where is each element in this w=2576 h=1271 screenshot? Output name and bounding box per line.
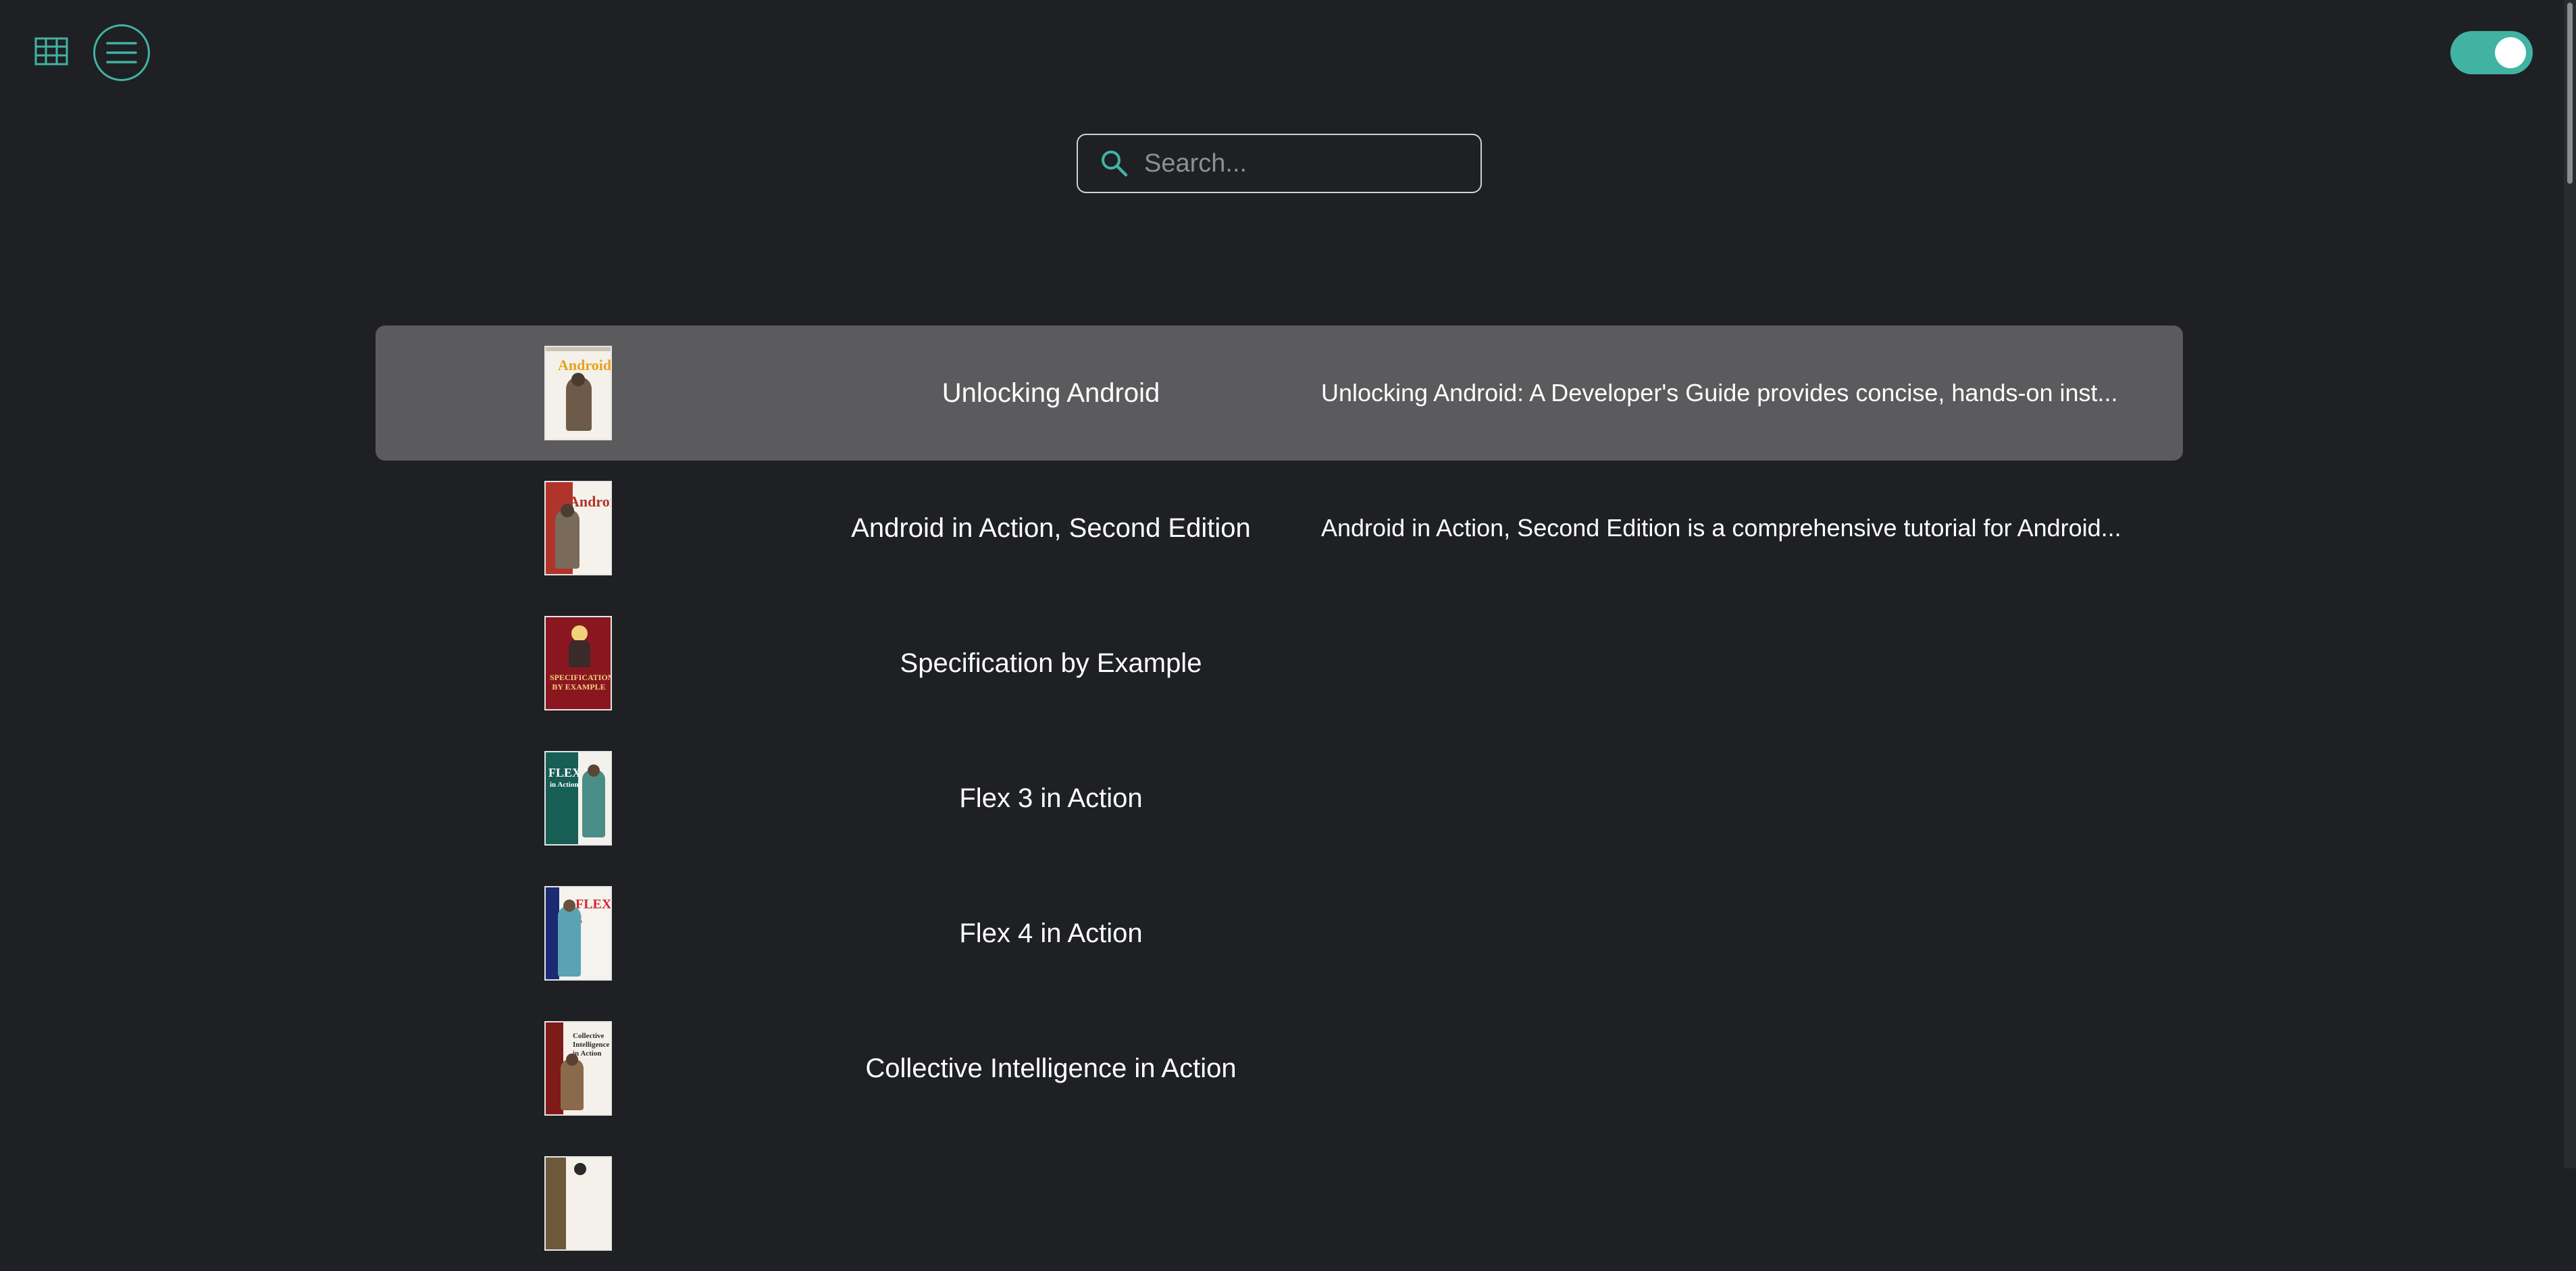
book-cover-image: SPECIFICATION BY EXAMPLE [544, 616, 612, 710]
book-row[interactable]: SPECIFICATION BY EXAMPLE Specification by… [376, 596, 2183, 731]
book-row[interactable] [376, 1136, 2183, 1271]
book-cover-image: Android [544, 481, 612, 575]
grid-view-button[interactable] [32, 35, 70, 68]
search-input[interactable] [1143, 148, 1470, 179]
book-row[interactable]: Android Android in Action, Second Editio… [376, 461, 2183, 596]
table-grid-icon [34, 37, 68, 66]
book-row[interactable]: Collective Intelligence in Action Collecti… [376, 1001, 2183, 1136]
book-description [1321, 866, 2172, 1001]
book-description: Android in Action, Second Edition is a c… [1321, 514, 2121, 542]
vertical-scrollbar[interactable] [2564, 0, 2576, 1168]
book-cover-image: FLEX 4 [544, 886, 612, 981]
book-title [781, 1136, 1321, 1271]
book-row[interactable]: FLEX 3 in Action Flex 3 in Action [376, 731, 2183, 866]
book-title: Android in Action, Second Edition [851, 513, 1251, 543]
book-description [1321, 1136, 2172, 1271]
list-view-button[interactable] [93, 24, 150, 81]
book-list: Android Unlocking Android Unlocking Andr… [376, 326, 2183, 1271]
book-title: Flex 4 in Action [959, 918, 1143, 948]
book-description [1321, 731, 2172, 866]
book-title: Collective Intelligence in Action [865, 1053, 1237, 1083]
book-cover-image: Collective Intelligence in Action [544, 1021, 612, 1116]
book-description [1321, 1001, 2172, 1136]
search-box[interactable] [1077, 134, 1482, 193]
book-row[interactable]: Android Unlocking Android Unlocking Andr… [376, 326, 2183, 461]
book-title: Flex 3 in Action [959, 783, 1143, 813]
scrollbar-thumb[interactable] [2567, 3, 2573, 184]
book-cover-image: Android [544, 346, 612, 440]
book-description: Unlocking Android: A Developer's Guide p… [1321, 379, 2118, 407]
book-cover-image: FLEX 3 in Action [544, 751, 612, 846]
search-icon [1100, 149, 1129, 178]
book-title: Unlocking Android [942, 378, 1160, 408]
theme-toggle[interactable] [2450, 31, 2533, 74]
book-cover-image [544, 1156, 612, 1251]
book-title: Specification by Example [900, 648, 1202, 678]
top-toolbar [0, 0, 2567, 101]
book-description [1321, 596, 2172, 731]
book-row[interactable]: FLEX 4 Flex 4 in Action [376, 866, 2183, 1001]
toggle-knob [2495, 37, 2526, 68]
hamburger-list-icon [106, 42, 137, 63]
